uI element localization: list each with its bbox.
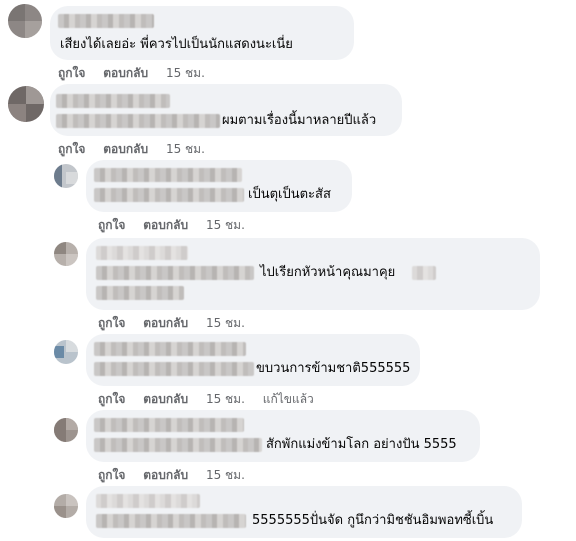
reply-link[interactable]: ตอบกลับ bbox=[143, 392, 188, 406]
like-link[interactable]: ถูกใจ bbox=[98, 218, 125, 232]
comment-text: ขบวนการข้ามชาติ555555 bbox=[256, 361, 411, 376]
comment-bubble: ผมตามเรื่องนี้มาหลายปีแล้ว bbox=[50, 84, 402, 136]
like-link[interactable]: ถูกใจ bbox=[58, 142, 85, 156]
reply-link[interactable]: ตอบกลับ bbox=[103, 142, 148, 156]
comment-text: 5555555ปั่นจัด กูนึกว่ามิชชันอิมพอทซี้เบ… bbox=[252, 513, 494, 528]
comment-bubble: 5555555ปั่นจัด กูนึกว่ามิชชันอิมพอทซี้เบ… bbox=[86, 486, 522, 538]
comment-bubble: สักพักแม่งข้ามโลก อย่างปัน 5555 bbox=[86, 410, 480, 462]
timestamp[interactable]: 15 ชม. bbox=[206, 316, 245, 330]
like-link[interactable]: ถูกใจ bbox=[98, 316, 125, 330]
avatar[interactable] bbox=[8, 86, 44, 122]
timestamp[interactable]: 15 ชม. bbox=[206, 468, 245, 482]
like-link[interactable]: ถูกใจ bbox=[98, 392, 125, 406]
blurred-author-name bbox=[56, 94, 170, 108]
blurred-mention bbox=[412, 266, 436, 280]
blurred-author-name bbox=[94, 418, 244, 432]
timestamp[interactable]: 15 ชม. bbox=[166, 142, 205, 156]
comment-bubble: ขบวนการข้ามชาติ555555 bbox=[86, 334, 420, 386]
avatar[interactable] bbox=[54, 494, 78, 518]
blurred-author-name bbox=[94, 342, 246, 356]
like-link[interactable]: ถูกใจ bbox=[58, 66, 85, 80]
comment-actions: ถูกใจ ตอบกลับ 15 ชม. bbox=[58, 140, 219, 159]
blurred-mention bbox=[56, 114, 220, 128]
comment-actions: ถูกใจ ตอบกลับ 15 ชม. bbox=[58, 64, 219, 83]
timestamp[interactable]: 15 ชม. bbox=[206, 392, 245, 406]
blurred-author-name bbox=[94, 168, 242, 182]
reply-link[interactable]: ตอบกลับ bbox=[143, 316, 188, 330]
comment-actions: ถูกใจ ตอบกลับ 15 ชม. bbox=[98, 314, 259, 333]
comment-text: สักพักแม่งข้ามโลก อย่างปัน 5555 bbox=[266, 437, 457, 452]
comment-actions: ถูกใจ ตอบกลับ 15 ชม. bbox=[98, 466, 259, 485]
comment-bubble: เป็นตุเป็นตะสัส bbox=[86, 160, 352, 212]
comment-text: เป็นตุเป็นตะสัส bbox=[248, 187, 331, 202]
avatar[interactable] bbox=[54, 340, 78, 364]
comment-text: ผมตามเรื่องนี้มาหลายปีแล้ว bbox=[222, 113, 377, 128]
comment-text: เสียงได้เลยอ่ะ พี่ควรไปเป็นนักแสดงนะเนี่… bbox=[60, 37, 293, 52]
reply-link[interactable]: ตอบกลับ bbox=[103, 66, 148, 80]
comment-bubble: ไปเรียกหัวหน้าคุณมาคุย bbox=[86, 238, 540, 310]
blurred-mention bbox=[94, 188, 244, 202]
reply-link[interactable]: ตอบกลับ bbox=[143, 218, 188, 232]
blurred-author-name bbox=[96, 246, 188, 260]
blurred-author-name bbox=[58, 14, 154, 28]
edited-label[interactable]: แก้ไขแล้ว bbox=[263, 392, 314, 406]
comment-actions: ถูกใจ ตอบกลับ 15 ชม. แก้ไขแล้ว bbox=[98, 390, 328, 409]
avatar[interactable] bbox=[54, 242, 78, 266]
avatar[interactable] bbox=[54, 418, 78, 442]
blurred-author-name bbox=[96, 494, 200, 508]
blurred-mention bbox=[94, 438, 262, 452]
timestamp[interactable]: 15 ชม. bbox=[166, 66, 205, 80]
like-link[interactable]: ถูกใจ bbox=[98, 468, 125, 482]
avatar[interactable] bbox=[8, 4, 42, 38]
comment-text: ไปเรียกหัวหน้าคุณมาคุย bbox=[260, 265, 396, 280]
blurred-mention bbox=[96, 286, 184, 300]
comment-bubble: เสียงได้เลยอ่ะ พี่ควรไปเป็นนักแสดงนะเนี่… bbox=[50, 6, 354, 60]
reply-link[interactable]: ตอบกลับ bbox=[143, 468, 188, 482]
blurred-mention bbox=[96, 266, 254, 280]
blurred-mention bbox=[96, 514, 246, 528]
comment-actions: ถูกใจ ตอบกลับ 15 ชม. bbox=[98, 216, 259, 235]
blurred-mention bbox=[94, 362, 254, 376]
avatar[interactable] bbox=[54, 164, 78, 188]
timestamp[interactable]: 15 ชม. bbox=[206, 218, 245, 232]
